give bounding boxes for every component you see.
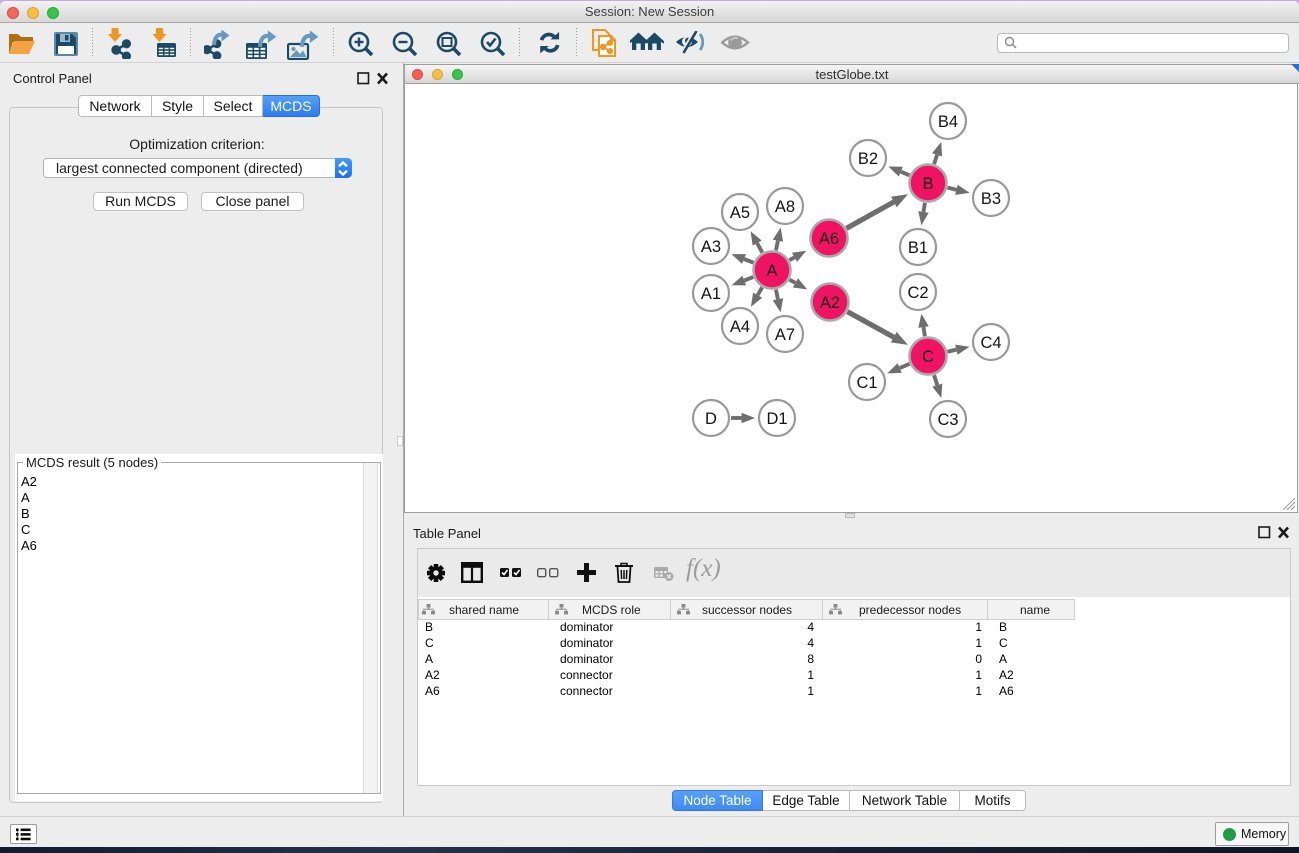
svg-text:D: D: [705, 410, 717, 428]
svg-text:C4: C4: [980, 334, 1001, 352]
svg-text:C: C: [922, 348, 934, 366]
svg-text:C1: C1: [856, 374, 877, 392]
svg-text:D1: D1: [766, 410, 787, 428]
svg-text:B: B: [922, 175, 933, 193]
svg-text:B2: B2: [858, 150, 878, 168]
svg-text:A6: A6: [819, 230, 839, 248]
svg-text:A5: A5: [730, 204, 750, 222]
svg-text:A3: A3: [701, 238, 721, 256]
svg-text:A2: A2: [820, 294, 840, 312]
svg-text:B3: B3: [981, 190, 1001, 208]
svg-text:B1: B1: [908, 239, 928, 257]
svg-text:A8: A8: [775, 198, 795, 216]
svg-text:C2: C2: [907, 284, 928, 302]
svg-text:A4: A4: [730, 318, 750, 336]
svg-text:A1: A1: [701, 285, 721, 303]
svg-text:B4: B4: [938, 113, 958, 131]
svg-text:A: A: [766, 262, 777, 280]
svg-text:C3: C3: [937, 411, 958, 429]
svg-text:A7: A7: [775, 326, 795, 344]
